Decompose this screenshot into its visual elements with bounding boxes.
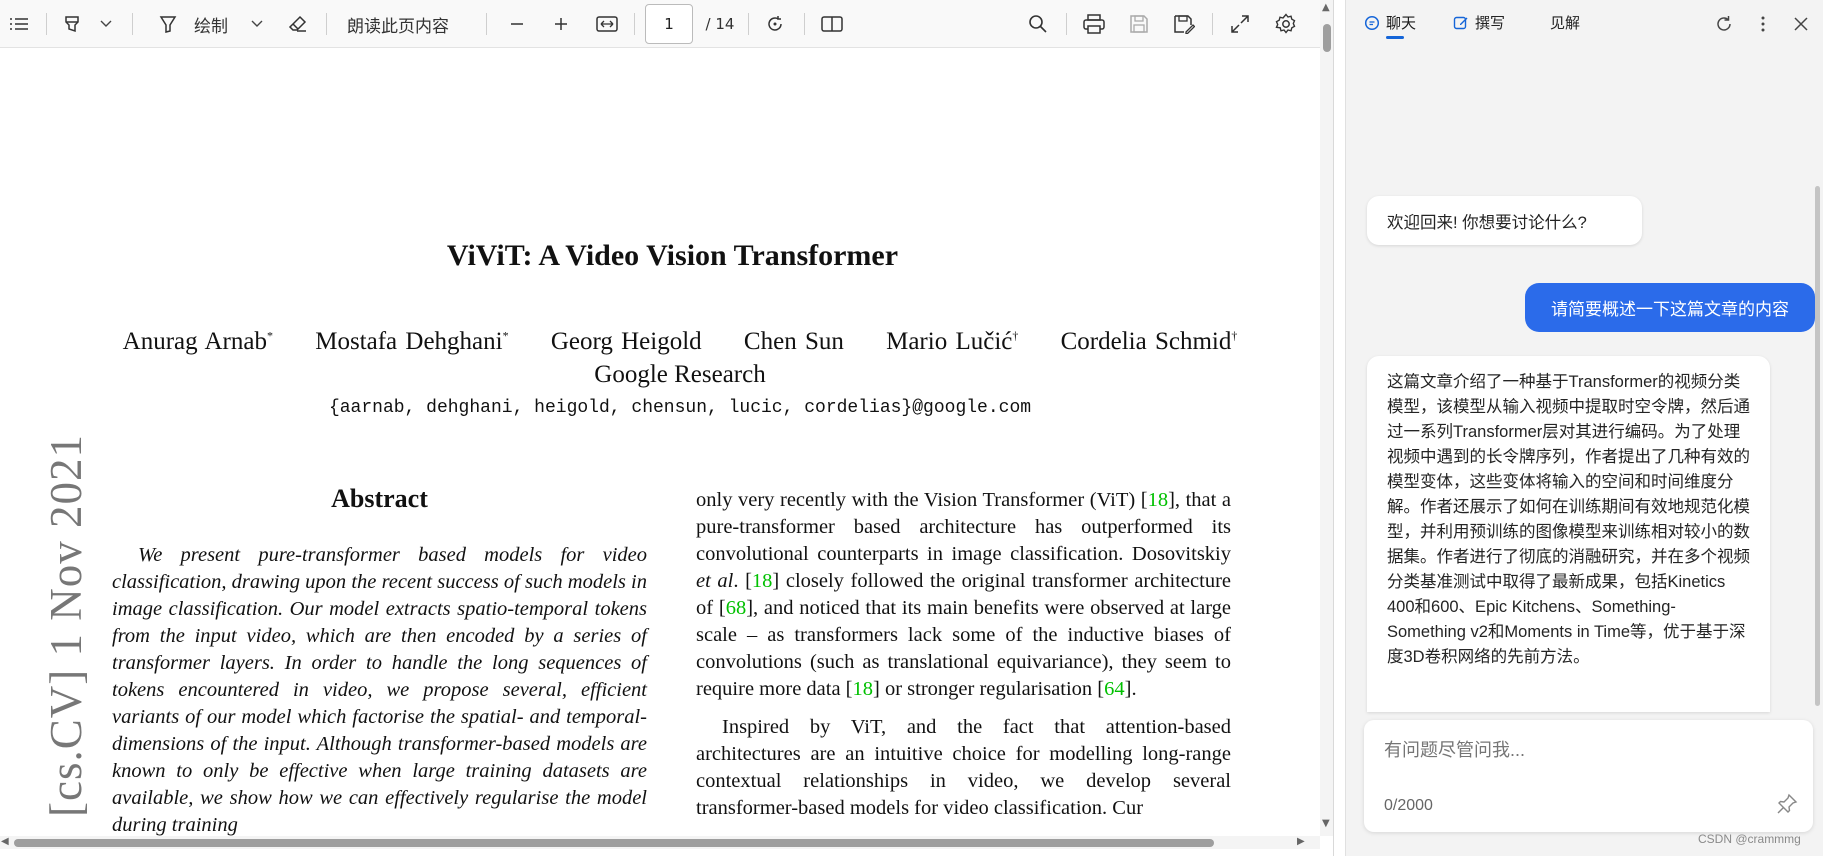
assistant-greeting-bubble: 欢迎回来! 你想要讨论什么? [1367, 196, 1642, 245]
scroll-right-arrow-icon[interactable]: ▶ [1297, 836, 1305, 847]
author: Chen Sun [744, 328, 844, 355]
fullscreen-expand-icon[interactable] [1226, 0, 1254, 48]
abstract-heading: Abstract [331, 484, 428, 513]
author-list: Anurag Arnab* Mostafa Dehghani* Georg He… [0, 328, 1320, 356]
fit-width-icon[interactable] [592, 0, 622, 48]
author-name: Mario Lučić [886, 328, 1013, 355]
tab-insights-label: 见解 [1550, 14, 1581, 32]
body-paragraph: Inspired by ViT, and the fact that atten… [696, 716, 1231, 819]
tab-chat[interactable]: 聊天 [1364, 12, 1416, 33]
arxiv-stamp: [cs.CV] 1 Nov 2021 [41, 434, 91, 817]
abstract-text: We present pure-transformer based models… [112, 544, 647, 836]
author-name: Georg Heigold [550, 328, 702, 355]
author-mark: † [1231, 328, 1238, 343]
eraser-icon[interactable] [284, 0, 312, 48]
citation-link[interactable]: 18 [752, 570, 773, 592]
author: Mostafa Dehghani* [315, 328, 508, 355]
pin-icon[interactable] [1776, 793, 1800, 817]
tab-compose[interactable]: 撰写 [1453, 12, 1505, 33]
author-mark: * [266, 328, 273, 343]
rotate-icon[interactable] [762, 0, 788, 48]
author-mark: † [1012, 328, 1019, 343]
watermark: CSDN @crammmg [1698, 832, 1801, 846]
author-name: Mostafa Dehghani [315, 328, 503, 355]
page-view-icon[interactable] [818, 0, 846, 48]
author-name: Chen Sun [743, 328, 844, 355]
page-total: / 14 [700, 0, 740, 48]
read-aloud-button[interactable]: 朗读此页内容 [342, 0, 454, 48]
chat-scrollbar-thumb[interactable] [1815, 186, 1820, 706]
scroll-down-arrow-icon[interactable]: ▼ [1322, 818, 1330, 829]
highlight-dropdown-chevron-down-icon[interactable] [96, 0, 116, 48]
chat-icon [1364, 15, 1380, 30]
tab-insights[interactable]: 见解 [1550, 12, 1580, 33]
vertical-scroll-thumb[interactable] [1323, 24, 1331, 52]
answer-text: 这篇文章介绍了一种基于Transformer的视频分类模型，该模型从输入视频中提… [1387, 373, 1750, 666]
body-text-run: . [ [733, 570, 752, 592]
author-name: Cordelia Schmid [1060, 328, 1232, 355]
paper-title: ViViT: A Video Vision Transformer [446, 239, 899, 272]
page-number-input[interactable] [645, 4, 693, 44]
tab-chat-label: 聊天 [1386, 14, 1417, 32]
body-text-run: ]. [1124, 678, 1137, 700]
author: Anurag Arnab* [123, 328, 273, 355]
author: Cordelia Schmid† [1061, 328, 1238, 355]
chat-input[interactable] [1384, 740, 1764, 761]
close-icon[interactable] [1789, 12, 1813, 36]
scroll-left-arrow-icon[interactable]: ◀ [1, 836, 9, 847]
body-text-run: ] or stronger regularisation [ [873, 678, 1105, 700]
save-icon[interactable] [1125, 0, 1153, 48]
affiliation: Google Research [594, 361, 766, 388]
search-icon[interactable] [1024, 0, 1052, 48]
scroll-up-arrow-icon[interactable]: ▲ [1322, 2, 1330, 13]
author-name: Anurag Arnab [122, 328, 267, 355]
horizontal-scrollbar[interactable]: ◀ ▶ [0, 836, 1320, 849]
body-text-run: only very recently with the Vision Trans… [696, 489, 1148, 511]
author: Mario Lučić† [886, 328, 1018, 355]
author: Georg Heigold [551, 328, 702, 355]
compose-icon [1453, 16, 1468, 29]
sidebar-header: 聊天 撰写 见解 [1346, 0, 1823, 52]
pdf-page: ViViT: A Video Vision Transformer Anurag… [0, 49, 1320, 836]
pane-divider[interactable] [1333, 0, 1345, 856]
citation-link[interactable]: 18 [853, 678, 874, 700]
greeting-text: 欢迎回来! 你想要讨论什么? [1387, 213, 1587, 232]
draw-button[interactable]: 绘制 [191, 0, 231, 48]
contents-list-icon[interactable] [4, 0, 34, 48]
page-total-label: / 14 [705, 15, 735, 33]
copilot-sidebar: 聊天 撰写 见解 欢迎回来! 你想要讨论什么? 请简要概述一下这篇文章的内容 这… [1345, 0, 1823, 856]
more-options-icon[interactable] [1751, 12, 1775, 36]
pdf-viewer: 绘制 朗读此页内容 / 14 [0, 0, 1333, 856]
user-message-text: 请简要概述一下这篇文章的内容 [1551, 300, 1789, 319]
right-column-text: only very recently with the Vision Trans… [696, 487, 1231, 822]
italic-text: et al [696, 570, 734, 592]
citation-link[interactable]: 68 [726, 597, 747, 619]
assistant-answer-bubble: 这篇文章介绍了一种基于Transformer的视频分类模型，该模型从输入视频中提… [1367, 356, 1770, 712]
author-mark: * [502, 328, 509, 343]
read-aloud-label: 朗读此页内容 [347, 16, 449, 37]
body-paragraph: only very recently with the Vision Trans… [696, 487, 1231, 703]
tab-compose-label: 撰写 [1475, 14, 1506, 32]
vertical-scrollbar[interactable]: ▲ ▼ [1320, 0, 1333, 836]
zoom-out-icon[interactable] [504, 0, 530, 48]
settings-gear-icon[interactable] [1272, 0, 1300, 48]
citation-link[interactable]: 18 [1148, 489, 1169, 511]
draw-dropdown-chevron-down-icon[interactable] [247, 0, 267, 48]
save-as-icon[interactable] [1170, 0, 1198, 48]
pdf-toolbar: 绘制 朗读此页内容 / 14 [0, 0, 1320, 48]
author-emails: {aarnab, dehghani, heigold, chensun, luc… [328, 398, 1032, 418]
zoom-in-icon[interactable] [548, 0, 574, 48]
draw-pen-icon[interactable] [154, 0, 182, 48]
chat-input-box[interactable]: 0/2000 [1364, 720, 1813, 832]
highlight-icon[interactable] [57, 0, 87, 48]
draw-label: 绘制 [194, 16, 228, 37]
user-message-bubble: 请简要概述一下这篇文章的内容 [1525, 283, 1815, 332]
horizontal-scroll-thumb[interactable] [14, 839, 1214, 847]
print-icon[interactable] [1080, 0, 1108, 48]
active-tab-indicator [1386, 36, 1404, 39]
refresh-icon[interactable] [1712, 12, 1736, 36]
app-window: 绘制 朗读此页内容 / 14 [0, 0, 1823, 856]
citation-link[interactable]: 64 [1104, 678, 1125, 700]
char-counter: 0/2000 [1384, 797, 1433, 814]
